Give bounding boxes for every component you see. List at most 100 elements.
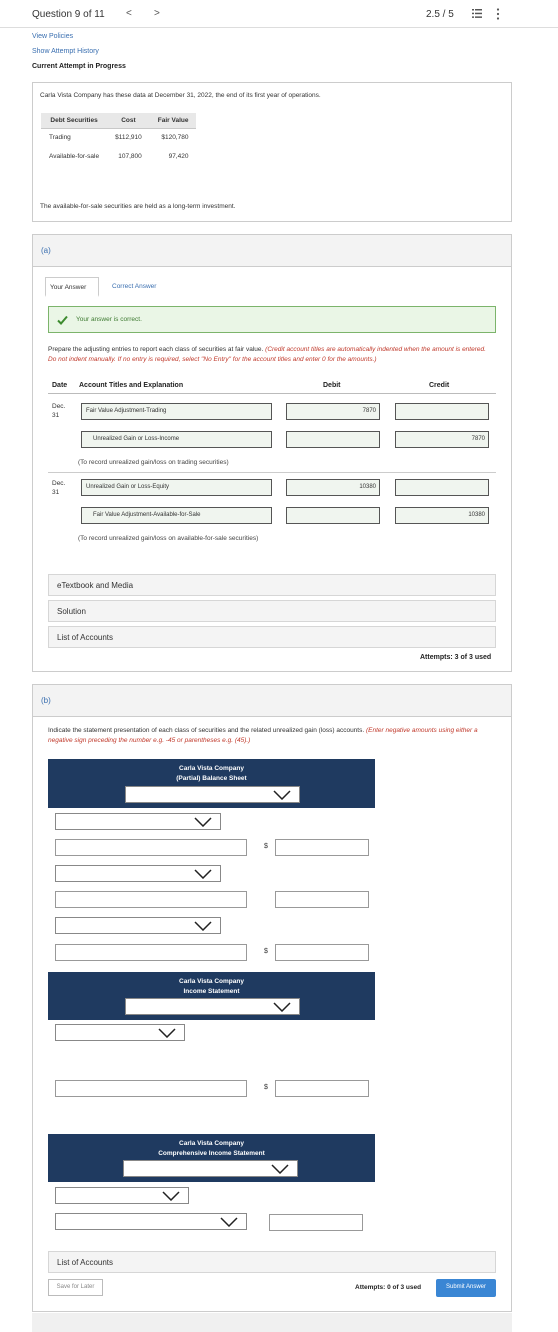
bottom-strip — [32, 1313, 512, 1332]
bs-section-select-3[interactable] — [55, 917, 221, 934]
list-of-accounts-toggle[interactable]: List of Accounts — [48, 626, 496, 648]
entry-1-credit-account[interactable]: Unrealized Gain or Loss-Income — [81, 431, 272, 448]
table-header-row: Debt Securities Cost Fair Value — [41, 113, 197, 129]
chevron-down-icon — [220, 1217, 238, 1227]
row-cost: $112,910 — [115, 134, 142, 142]
entry-2-debit-blank[interactable] — [286, 507, 380, 524]
entry-2-credit-amount[interactable]: 10380 — [395, 507, 489, 524]
tab-correct-answer[interactable]: Correct Answer — [108, 277, 160, 297]
col-credit: Credit — [429, 382, 450, 389]
col-cost: Cost — [107, 113, 150, 129]
entry-2-credit-blank[interactable] — [395, 479, 489, 496]
instructions-text: Prepare the adjusting entries to report … — [48, 346, 264, 353]
chevron-down-icon — [158, 1028, 176, 1038]
is-account-input[interactable] — [55, 1080, 247, 1097]
col-account-titles: Account Titles and Explanation — [79, 382, 184, 389]
entry-2-note: (To record unrealized gain/loss on avail… — [78, 535, 259, 542]
entry-1-debit-account[interactable]: Fair Value Adjustment-Trading — [81, 403, 272, 420]
chevron-down-icon — [273, 1002, 291, 1012]
col-debt-securities: Debt Securities — [41, 113, 108, 129]
dollar-sign: $ — [264, 1084, 268, 1091]
part-a-instructions: Prepare the adjusting entries to report … — [48, 345, 496, 365]
chevron-down-icon — [194, 921, 212, 931]
part-a-attempts: Attempts: 3 of 3 used — [420, 654, 492, 661]
row-fair-value: $120,780 — [161, 134, 189, 142]
next-question-button[interactable]: > — [154, 8, 160, 19]
chevron-down-icon — [194, 817, 212, 827]
attempt-history-link[interactable]: Show Attempt History — [32, 48, 99, 55]
ci-section-select[interactable] — [55, 1187, 189, 1204]
bs-account-input-1[interactable] — [55, 839, 247, 856]
row-fair-value: 97,420 — [168, 153, 189, 160]
income-statement-company: Carla Vista Company — [179, 978, 244, 985]
ci-account-select[interactable] — [55, 1213, 247, 1230]
comprehensive-income-company: Carla Vista Company — [179, 1140, 244, 1147]
entry-1-date: Dec. 31 — [52, 402, 65, 420]
correct-message-box: Your answer is correct. — [48, 306, 496, 333]
securities-table: Debt Securities Cost Fair Value Trading … — [41, 113, 197, 166]
table-row: Available-for-sale 107,800 97,420 — [41, 147, 196, 166]
question-intro-panel: Carla Vista Company has these data at De… — [32, 82, 512, 222]
save-for-later-button[interactable]: Save for Later — [48, 1279, 103, 1296]
entry-2-credit-account[interactable]: Fair Value Adjustment-Available-for-Sale — [81, 507, 272, 524]
comprehensive-income-date-select[interactable] — [123, 1160, 298, 1177]
entry-2-debit-account[interactable]: Unrealized Gain or Loss-Equity — [81, 479, 272, 496]
row-label: Trading — [49, 134, 71, 142]
entry-separator — [48, 472, 496, 473]
top-bar: Question 9 of 11 < > 2.5 / 5 — [0, 0, 558, 28]
entry-1-credit-amount[interactable]: 7870 — [395, 431, 489, 448]
part-b-instructions: Indicate the statement presentation of e… — [48, 726, 496, 746]
bs-amount-input-2[interactable] — [275, 891, 369, 908]
balance-sheet-company: Carla Vista Company — [179, 765, 244, 772]
part-b-letter: (b) — [41, 696, 51, 705]
list-of-accounts-toggle-b[interactable]: List of Accounts — [48, 1251, 496, 1273]
part-b-header: (b) — [33, 685, 511, 717]
score-display: 2.5 / 5 — [426, 9, 454, 20]
current-attempt-label: Current Attempt in Progress — [32, 63, 126, 70]
table-row: Trading $112,910 $120,780 — [41, 128, 196, 147]
question-number: Question 9 of 11 — [32, 9, 105, 20]
is-amount-input[interactable] — [275, 1080, 369, 1097]
col-debit: Debit — [323, 382, 341, 389]
instructions-text: Indicate the statement presentation of e… — [48, 727, 365, 734]
income-statement-title: Income Statement — [183, 988, 240, 995]
tab-your-answer[interactable]: Your Answer — [45, 277, 99, 297]
part-b-attempts: Attempts: 0 of 3 used — [355, 1284, 422, 1291]
bs-account-input-3[interactable] — [55, 944, 247, 961]
bs-amount-input-1[interactable] — [275, 839, 369, 856]
more-options-icon[interactable] — [496, 8, 500, 20]
entry-1-credit-blank[interactable] — [395, 403, 489, 420]
bs-section-select-1[interactable] — [55, 813, 221, 830]
list-icon[interactable] — [472, 9, 482, 18]
view-policies-link[interactable]: View Policies — [32, 33, 73, 40]
is-section-select[interactable] — [55, 1024, 185, 1041]
chevron-down-icon — [271, 1164, 289, 1174]
dollar-sign: $ — [264, 843, 268, 850]
etextbook-media-toggle[interactable]: eTextbook and Media — [48, 574, 496, 596]
previous-question-button[interactable]: < — [126, 8, 132, 19]
entry-1-debit-amount[interactable]: 7870 — [286, 403, 380, 420]
row-cost: 107,800 — [118, 153, 142, 160]
journal-header: Date Account Titles and Explanation Debi… — [48, 378, 496, 394]
bs-amount-input-3[interactable] — [275, 944, 369, 961]
held-text: The available-for-sale securities are he… — [40, 203, 236, 210]
dollar-sign: $ — [264, 948, 268, 955]
balance-sheet-title: (Partial) Balance Sheet — [176, 775, 247, 782]
bs-account-input-2[interactable] — [55, 891, 247, 908]
bs-section-select-2[interactable] — [55, 865, 221, 882]
income-statement-date-select[interactable] — [125, 998, 300, 1015]
chevron-down-icon — [194, 869, 212, 879]
entry-date-text: Dec. 31 — [52, 480, 66, 496]
solution-toggle[interactable]: Solution — [48, 600, 496, 622]
ci-amount-input[interactable] — [269, 1214, 363, 1231]
entry-2-debit-amount[interactable]: 10380 — [286, 479, 380, 496]
chevron-down-icon — [273, 790, 291, 800]
part-a-header: (a) — [33, 235, 511, 267]
balance-sheet-date-select[interactable] — [125, 786, 300, 803]
intro-text: Carla Vista Company has these data at De… — [40, 92, 321, 99]
submit-answer-button[interactable]: Submit Answer — [436, 1279, 496, 1297]
entry-1-debit-blank[interactable] — [286, 431, 380, 448]
col-date: Date — [52, 382, 68, 389]
chevron-down-icon — [162, 1191, 180, 1201]
entry-2-date: Dec. 31 — [52, 479, 65, 497]
